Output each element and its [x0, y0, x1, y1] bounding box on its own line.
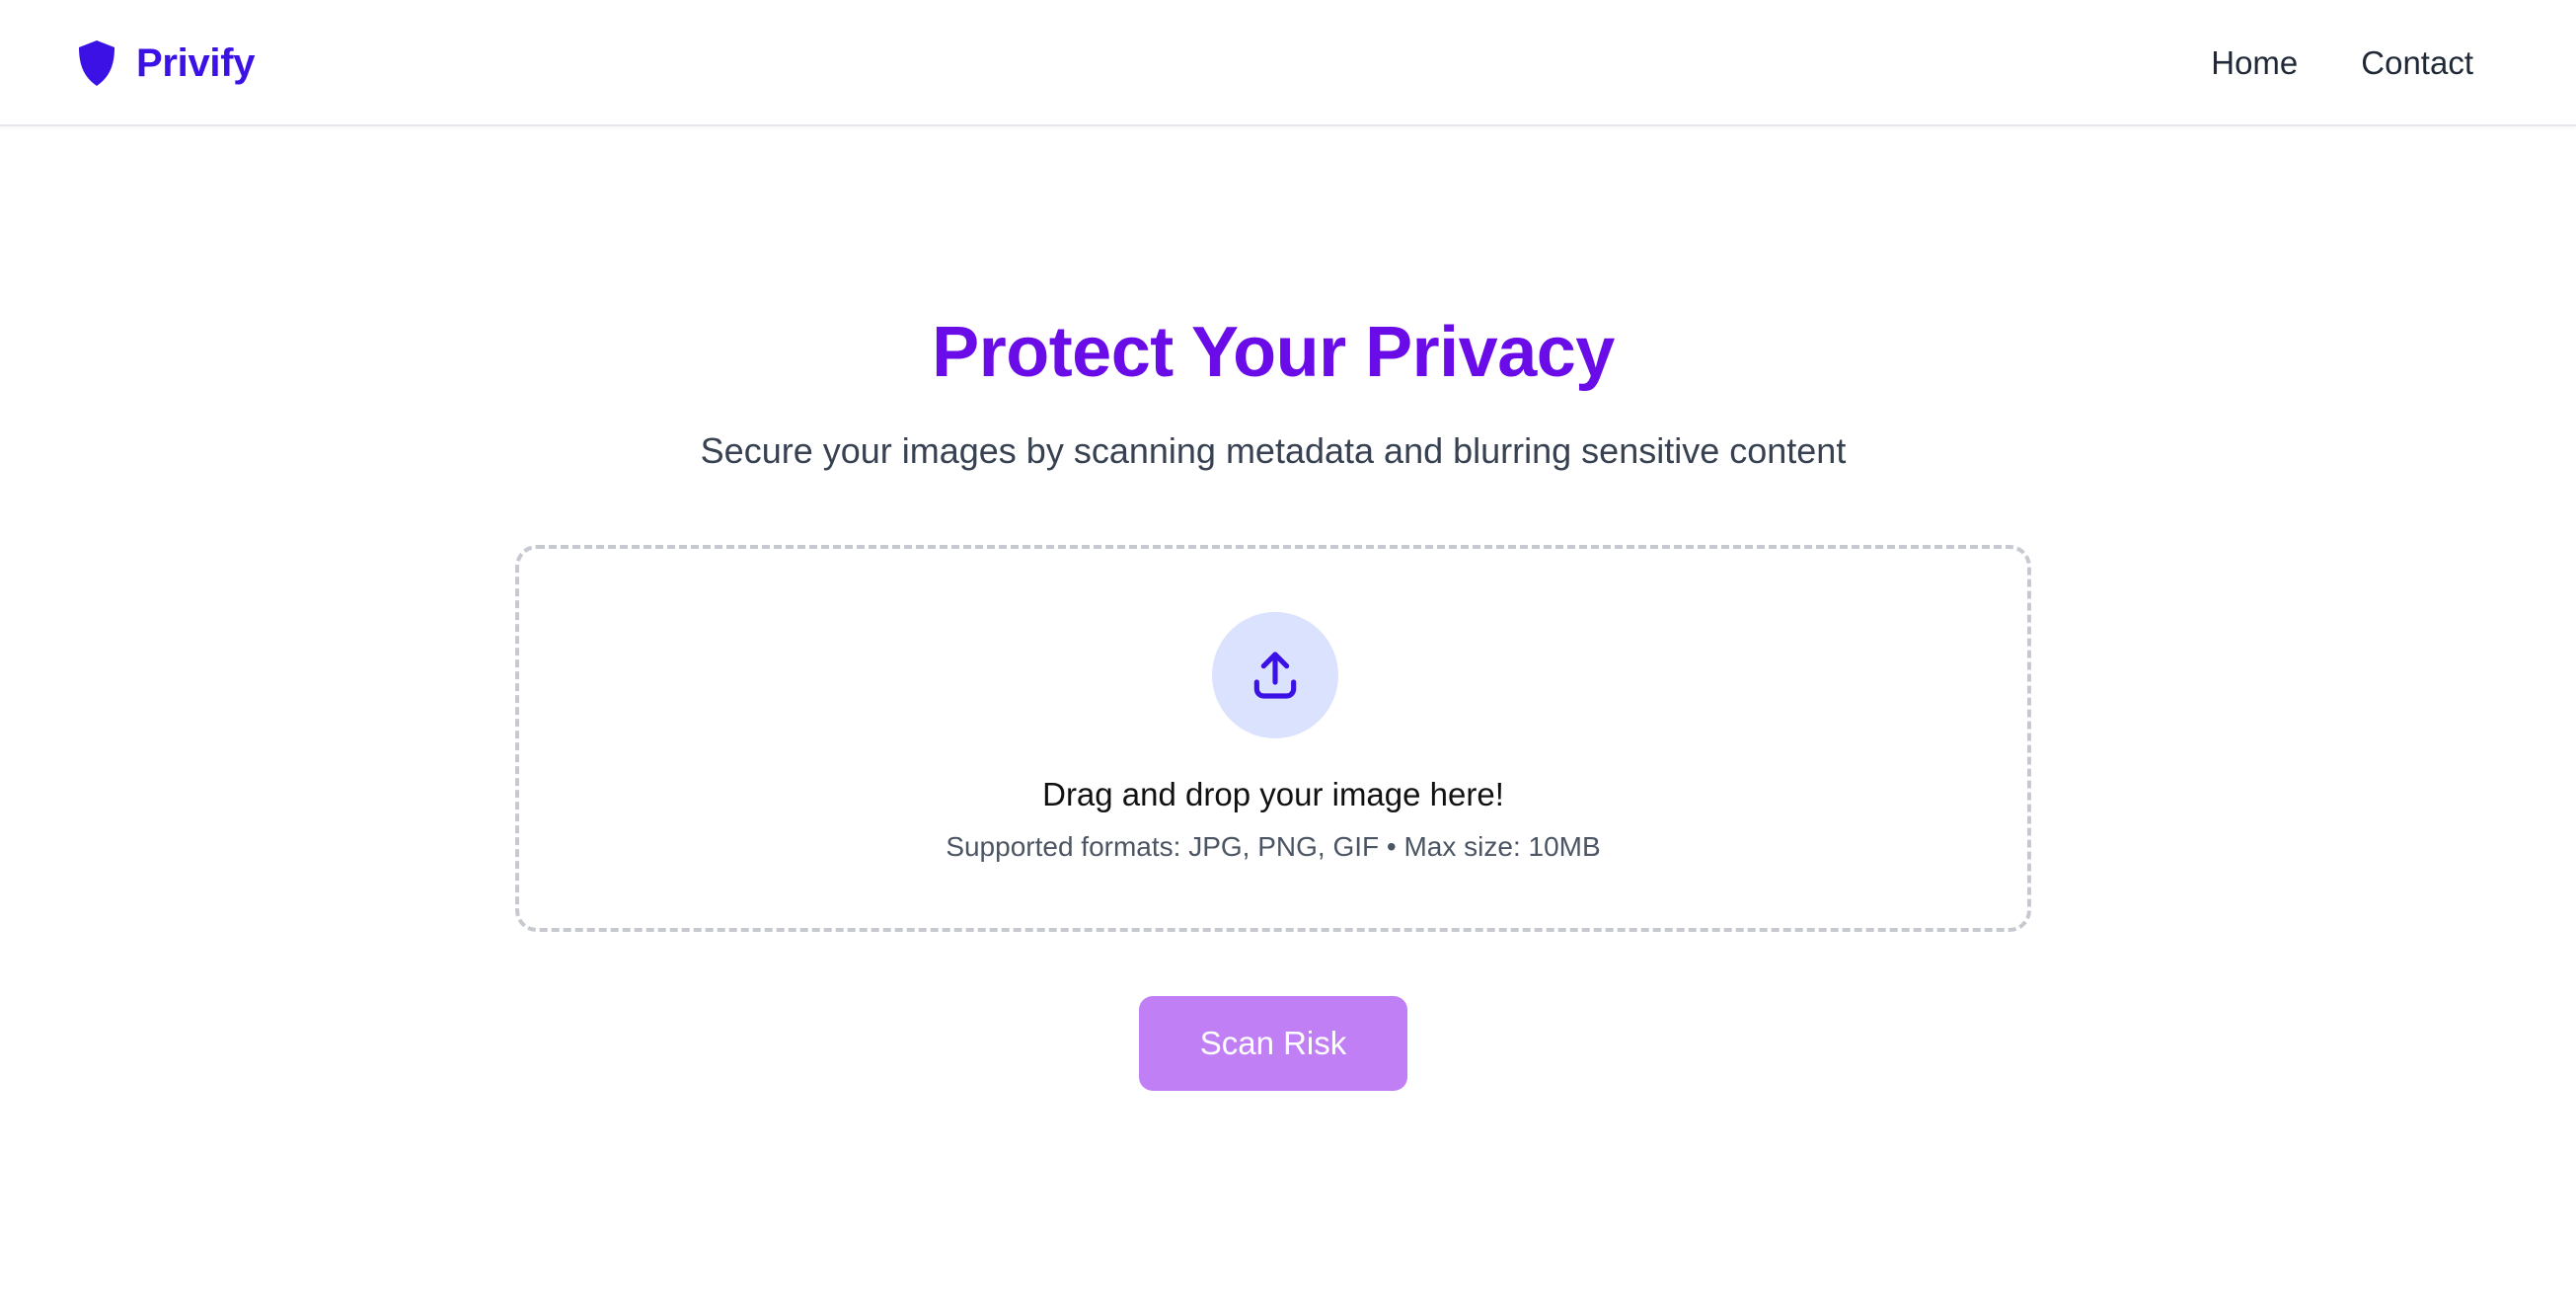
upload-icon-badge	[1212, 612, 1338, 738]
nav-link-contact[interactable]: Contact	[2361, 44, 2473, 82]
upload-icon	[1253, 652, 1297, 699]
page-subtitle: Secure your images by scanning metadata …	[700, 430, 1847, 471]
brand-name: Privify	[136, 40, 256, 85]
shield-icon	[79, 40, 114, 86]
scan-risk-button[interactable]: Scan Risk	[1139, 996, 1407, 1091]
image-dropzone[interactable]: Drag and drop your image here! Supported…	[515, 545, 2031, 932]
page-title: Protect Your Privacy	[932, 313, 1615, 392]
nav-link-home[interactable]: Home	[2211, 44, 2298, 82]
dropzone-title: Drag and drop your image here!	[1042, 776, 1504, 812]
main-nav: Home Contact	[2148, 39, 2473, 87]
dropzone-hint: Supported formats: JPG, PNG, GIF • Max s…	[946, 831, 1601, 862]
top-navbar: Privify Home Contact	[0, 0, 2576, 126]
brand-logo-link[interactable]: Privify	[77, 38, 255, 89]
